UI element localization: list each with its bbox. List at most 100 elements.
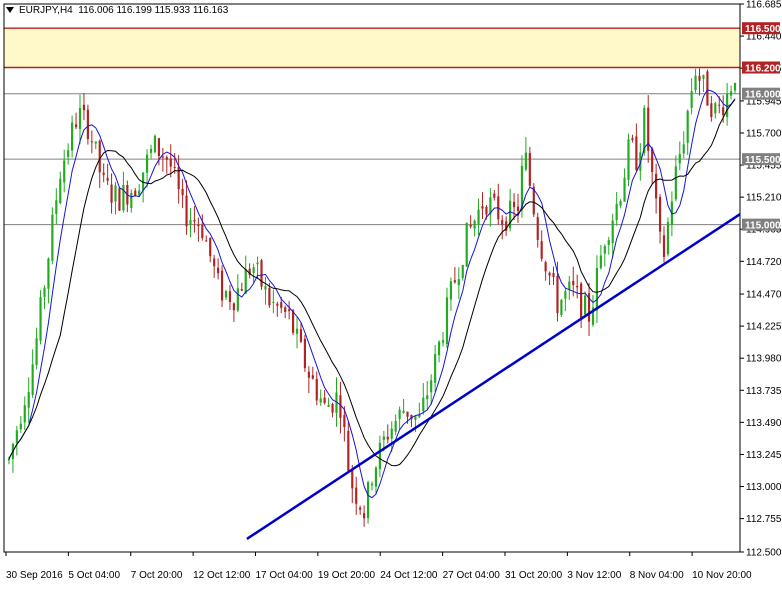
candle-body	[363, 513, 366, 519]
x-tick-label: 19 Oct 20:00	[318, 570, 376, 581]
candle-body	[552, 272, 555, 278]
candle-body	[564, 291, 567, 299]
candle-body	[165, 157, 168, 160]
candle-body	[631, 138, 634, 141]
candle-body	[288, 309, 291, 312]
candle-body	[473, 220, 476, 229]
candle-body	[615, 203, 618, 221]
y-tick-label: 115.700	[746, 128, 782, 139]
candle-body	[694, 75, 697, 91]
candle-body	[27, 391, 30, 408]
candle-body	[59, 178, 62, 204]
moving-average-slow	[8, 99, 736, 467]
x-tick-label: 8 Nov 04:00	[630, 570, 684, 581]
candle-body	[469, 224, 472, 227]
candle-body	[78, 108, 82, 129]
candle-body	[635, 136, 638, 171]
y-tick-label: 114.225	[746, 322, 782, 333]
candle-body	[583, 295, 587, 315]
candle-body	[149, 148, 153, 153]
candle-body	[224, 291, 228, 298]
level-tag-116.000: 116.000	[745, 90, 781, 101]
candle-body	[674, 166, 677, 200]
candle-body	[291, 310, 295, 333]
candle-body	[276, 303, 279, 306]
candle-body	[63, 160, 66, 183]
candle-body	[15, 430, 18, 444]
candle-body	[43, 287, 46, 297]
candle-body	[347, 430, 350, 471]
candle-body	[414, 416, 417, 420]
candle-body	[268, 287, 271, 306]
candle-body	[351, 469, 354, 489]
candle-body	[528, 152, 531, 186]
candle-body	[74, 124, 78, 128]
candle-body	[169, 158, 172, 167]
candle-body	[493, 193, 496, 198]
candle-body	[402, 410, 405, 413]
candle-body	[434, 354, 437, 383]
x-tick-label: 27 Oct 04:00	[443, 570, 501, 581]
x-tick-label: 10 Nov 20:00	[692, 570, 752, 581]
candle-body	[374, 467, 378, 487]
candle-body	[252, 267, 255, 274]
candle-body	[343, 415, 346, 428]
candle-body	[426, 395, 429, 400]
plot-frame	[3, 3, 741, 553]
candle-body	[260, 260, 263, 287]
candle-body	[718, 104, 721, 106]
level-tag-115.500: 115.500	[745, 155, 781, 166]
candle-body	[422, 397, 425, 412]
candle-body	[678, 154, 681, 164]
candle-body	[67, 150, 70, 157]
candle-body	[390, 428, 393, 439]
x-tick-label: 5 Oct 04:00	[68, 570, 120, 581]
candle-body	[662, 235, 666, 258]
candle-body	[307, 371, 310, 378]
candle-body	[623, 177, 626, 202]
candle-body	[520, 165, 524, 209]
candle-body	[217, 267, 220, 274]
price-chart[interactable]: 116.685116.440116.195115.945115.700115.4…	[0, 0, 782, 587]
level-tag-116.500: 116.500	[745, 24, 781, 35]
candle-body	[548, 272, 551, 276]
resistance-zone	[4, 28, 740, 68]
level-tag-116.200: 116.200	[745, 64, 781, 75]
candle-body	[35, 338, 38, 365]
candle-body	[359, 507, 362, 510]
candle-body	[666, 222, 670, 255]
candle-body	[102, 172, 105, 175]
chart-svg: 116.685116.440116.195115.945115.700115.4…	[3, 0, 782, 581]
candle-body	[319, 398, 322, 403]
candle-body	[501, 220, 504, 225]
candle-body	[682, 144, 685, 154]
candle-body	[228, 291, 232, 302]
y-tick-label: 116.685	[746, 0, 782, 11]
candle-body	[690, 91, 693, 108]
x-tick-label: 31 Oct 20:00	[505, 570, 563, 581]
candle-body	[366, 482, 370, 519]
candle-body	[465, 222, 468, 267]
candle-body	[161, 156, 164, 158]
candle-body	[477, 209, 480, 225]
candle-body	[603, 246, 606, 254]
candle-body	[220, 270, 224, 301]
x-tick-label: 24 Oct 12:00	[380, 570, 438, 581]
candle-body	[441, 340, 445, 343]
candle-body	[430, 380, 433, 393]
candle-body	[572, 280, 575, 286]
candle-body	[378, 442, 381, 470]
y-tick-label: 113.490	[746, 418, 782, 429]
candle-body	[19, 423, 22, 430]
candle-body	[686, 111, 689, 143]
candle-body	[540, 241, 543, 259]
candle-body	[722, 107, 725, 116]
candle-body	[323, 397, 326, 403]
candle-body	[327, 404, 330, 407]
y-tick-label: 114.720	[746, 257, 782, 268]
y-tick-label: 113.245	[746, 450, 782, 461]
x-tick-label: 3 Nov 12:00	[567, 570, 621, 581]
candle-body	[264, 286, 267, 290]
y-tick-label: 113.000	[746, 482, 782, 493]
candle-body	[643, 107, 646, 153]
